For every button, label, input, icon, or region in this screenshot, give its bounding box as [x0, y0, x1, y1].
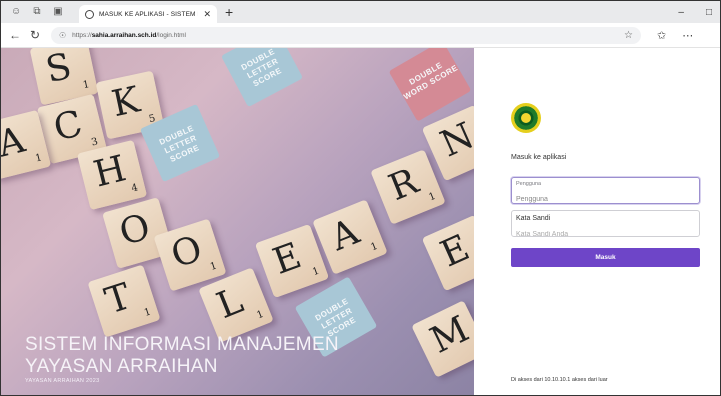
url-path: /login.html — [156, 31, 186, 39]
hero-title: SISTEM INFORMASI MANAJEMEN YAYASAN ARRAI… — [25, 334, 455, 378]
login-panel: Masuk ke aplikasi Pengguna Kata Sandi Ma… — [474, 48, 720, 395]
login-prompt: Masuk ke aplikasi — [511, 154, 567, 161]
letter-tile: H4 — [76, 139, 148, 211]
globe-icon — [85, 9, 94, 19]
title-bar: ☺ ⧉ ▣ MASUK KE APLIKASI - SISTEM INF ✕ +… — [1, 1, 720, 23]
username-label: Pengguna — [516, 181, 542, 187]
tab-actions-icon[interactable]: ▣ — [53, 7, 63, 17]
address-bar: ← ↻ ☉ https://sahia.arraihan.sch.id/logi… — [1, 23, 720, 48]
letter-tile: T1 — [87, 264, 161, 338]
school-logo — [511, 103, 541, 133]
new-tab-icon[interactable]: + — [225, 5, 233, 19]
more-options-icon[interactable]: ⋯ — [682, 29, 693, 42]
double-letter-square: DOUBLE LETTER SCORE — [221, 48, 303, 108]
password-field[interactable]: Kata Sandi — [511, 210, 700, 238]
logo-center — [521, 113, 531, 123]
url-host: sahia.arraihan.sch.id — [91, 31, 157, 39]
browser-tab[interactable]: MASUK KE APLIKASI - SISTEM INF ✕ — [79, 5, 217, 23]
tab-title: MASUK KE APLIKASI - SISTEM INF — [99, 10, 199, 18]
maximize-icon[interactable]: □ — [706, 7, 712, 18]
back-arrow-icon[interactable]: ← — [9, 28, 21, 42]
letter-tile: R1 — [370, 149, 446, 225]
profile-icon[interactable]: ☺ — [11, 7, 21, 17]
username-input[interactable] — [516, 196, 695, 203]
letter-tile: E1 — [421, 214, 474, 292]
username-field[interactable]: Pengguna — [511, 177, 700, 204]
login-button[interactable]: Masuk — [511, 248, 700, 267]
hero-title-line2: YAYASAN ARRAIHAN — [25, 356, 218, 377]
toolbar-right: ✩ ⋯ — [657, 29, 693, 42]
refresh-icon[interactable]: ↻ — [29, 28, 41, 42]
favorites-icon[interactable]: ✩ — [657, 29, 666, 42]
hero-panel: S1 C3 K5 DOUBLE LETTER SCORE DOUBLE LETT… — [1, 48, 474, 395]
favorite-star-icon[interactable]: ☆ — [624, 30, 633, 41]
minimize-icon[interactable]: – — [678, 7, 684, 18]
workspaces-icon[interactable]: ⧉ — [32, 7, 42, 17]
title-bar-icons: ☺ ⧉ ▣ — [1, 7, 79, 17]
lock-icon[interactable]: ☉ — [59, 31, 66, 40]
browser-window: ☺ ⧉ ▣ MASUK KE APLIKASI - SISTEM INF ✕ +… — [0, 0, 721, 396]
window-controls: – □ — [678, 7, 720, 18]
password-input[interactable] — [516, 231, 695, 238]
password-label: Kata Sandi — [516, 215, 551, 222]
close-tab-icon[interactable]: ✕ — [203, 9, 211, 20]
access-note: Di akses dari 10.10.10.1 akses dari luar — [511, 377, 608, 383]
hero-subtitle: YAYASAN ARRAIHAN 2023 — [25, 378, 100, 384]
url-field[interactable]: ☉ https://sahia.arraihan.sch.id/login.ht… — [51, 26, 641, 44]
url-prefix: https:// — [72, 31, 92, 39]
url-text[interactable]: https://sahia.arraihan.sch.id/login.html — [72, 32, 186, 39]
hero-title-line1: SISTEM INFORMASI MANAJEMEN — [25, 334, 339, 355]
